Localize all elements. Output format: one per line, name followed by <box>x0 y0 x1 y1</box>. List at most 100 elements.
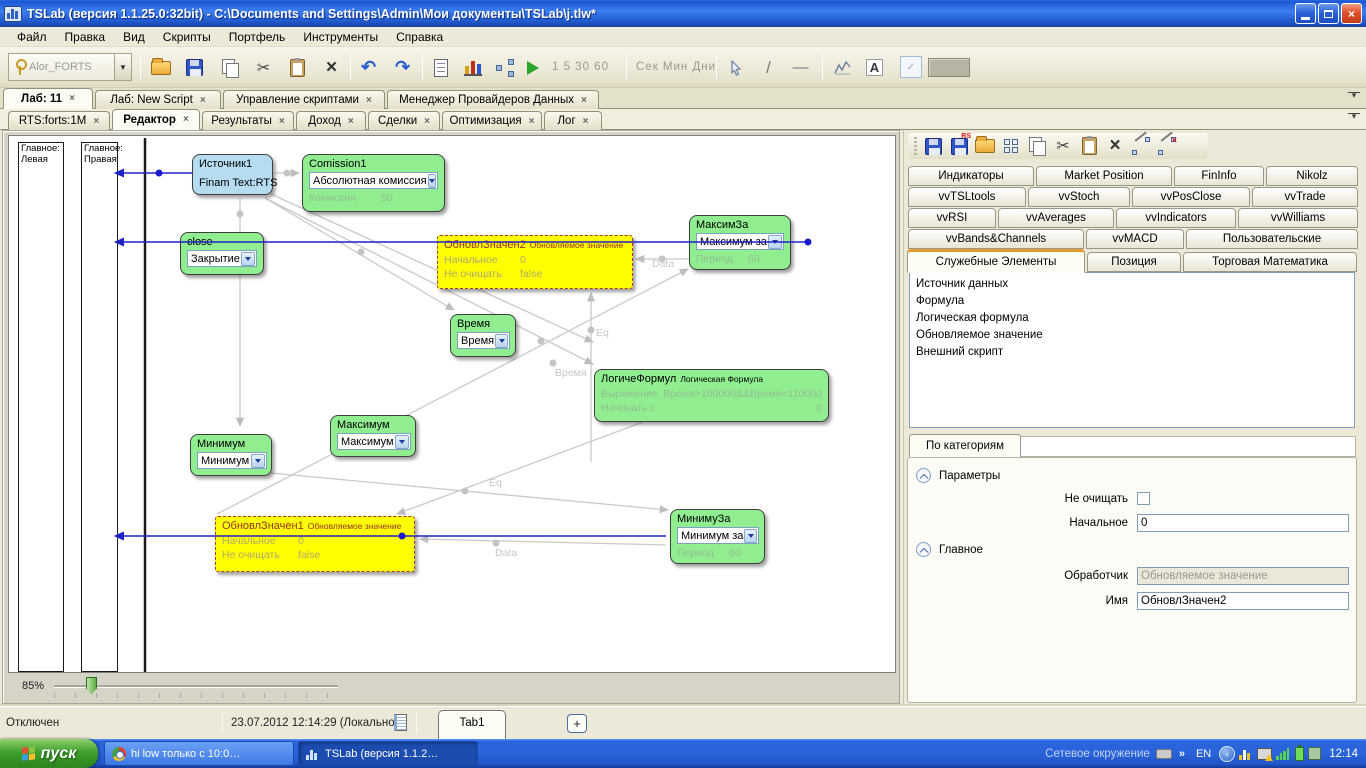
tab-results[interactable]: Результаты × <box>202 111 294 130</box>
paste-button[interactable] <box>285 55 310 80</box>
block-minimum[interactable]: Минимум Минимум <box>190 434 272 476</box>
palette-tab-sluzhebnye[interactable]: Служебные Элементы <box>907 249 1085 273</box>
tab-income[interactable]: Доход × <box>296 111 366 130</box>
palette-tab-fininfo[interactable]: FinInfo <box>1174 166 1264 186</box>
tab-trades[interactable]: Сделки × <box>368 111 440 130</box>
palette-tab-vvindicators[interactable]: vvIndicators <box>1116 208 1236 228</box>
tab-close-icon[interactable]: × <box>69 93 75 104</box>
block-maksimza[interactable]: МаксимЗа Максимум за Период 60 <box>689 215 791 270</box>
recycle-tray-icon[interactable] <box>1308 747 1322 760</box>
list-item-formula[interactable]: Формула <box>916 293 1348 310</box>
restore-button[interactable] <box>1318 3 1339 24</box>
panel-cut-button[interactable]: ✂ <box>1053 136 1073 156</box>
panel-copy-button[interactable] <box>1027 136 1047 156</box>
menu-scripts[interactable]: Скрипты <box>154 28 220 46</box>
zoom-slider-thumb[interactable] <box>86 677 97 694</box>
tab-editor[interactable]: Редактор × <box>112 109 200 130</box>
block-dropdown[interactable]: Максимум <box>337 433 411 450</box>
tab-lab-new-script[interactable]: Лаб: New Script × <box>95 90 221 109</box>
dropdown-arrow-icon[interactable] <box>744 528 757 543</box>
account-combobox[interactable]: Alor_FORTS ▼ <box>8 53 132 81</box>
block-obnovl-znachen1[interactable]: ОбновлЗначен1 Обновляемое значение Началь… <box>215 516 415 572</box>
palette-tab-vvaverages[interactable]: vvAverages <box>998 208 1114 228</box>
palette-tab-vvtsltools[interactable]: vvTSLtools <box>908 187 1026 207</box>
palette-tab-indikatory[interactable]: Индикаторы <box>908 166 1034 186</box>
start-button[interactable]: пуск <box>0 739 98 768</box>
list-item-logicheskaya-formula[interactable]: Логическая формула <box>916 310 1348 327</box>
palette-tab-torgovaya-matematika[interactable]: Торговая Математика <box>1183 252 1357 272</box>
run-button[interactable] <box>520 55 545 80</box>
palette-tab-market-position[interactable]: Market Position <box>1036 166 1172 186</box>
block-maksimum[interactable]: Максимум Максимум <box>330 415 416 457</box>
tab-rts-forts[interactable]: RTS:forts:1M × <box>8 111 110 130</box>
delete-button[interactable]: × <box>319 55 344 80</box>
panel-connect-button[interactable] <box>1131 131 1151 156</box>
collapse-icon[interactable] <box>916 542 931 557</box>
dropdown-arrow-icon[interactable] <box>251 453 265 468</box>
panel-open-button[interactable] <box>975 136 995 156</box>
chevron-expand-icon[interactable]: » <box>1179 748 1185 760</box>
block-close[interactable]: close Закрытие <box>180 232 264 275</box>
block-dropdown[interactable]: Закрытие <box>187 250 257 267</box>
tab-close-icon[interactable]: × <box>93 116 99 127</box>
menu-help[interactable]: Справка <box>387 28 452 46</box>
interval-units[interactable]: Сек Мин Дни <box>636 61 716 73</box>
notebook-icon[interactable] <box>394 714 407 731</box>
block-dropdown[interactable]: Абсолютная комиссия <box>309 172 438 189</box>
menu-view[interactable]: Вид <box>114 28 154 46</box>
network-error-icon[interactable] <box>1257 747 1274 761</box>
tab-data-providers[interactable]: Менеджер Провайдеров Данных × <box>387 90 599 109</box>
workspace-tab1[interactable]: Tab1 <box>438 710 506 740</box>
dropdown-arrow-icon[interactable] <box>768 234 782 249</box>
tab-log[interactable]: Лог × <box>544 111 602 130</box>
imya-input[interactable] <box>1137 592 1349 610</box>
trend-tool-button[interactable] <box>830 55 855 80</box>
dropdown-arrow-icon[interactable] <box>495 333 508 348</box>
tab-close-icon[interactable]: × <box>183 114 189 125</box>
block-dropdown[interactable]: Максимум за <box>696 233 784 250</box>
block-dropdown[interactable]: Минимум за <box>677 527 759 544</box>
menu-tools[interactable]: Инструменты <box>294 28 387 46</box>
copy-button[interactable] <box>217 55 242 80</box>
tab-overflow-icon[interactable]: ▾ <box>1348 91 1360 104</box>
signal-strength-icon[interactable] <box>1276 747 1291 760</box>
cut-button[interactable]: ✂ <box>251 55 276 80</box>
tab-close-icon[interactable]: × <box>583 116 589 127</box>
nachalnoe-input[interactable] <box>1137 514 1349 532</box>
combo-dropdown-icon[interactable]: ▼ <box>114 54 131 80</box>
list-item-obnovlyaemoe-znachenie[interactable]: Обновляемое значение <box>916 327 1348 344</box>
taskbar-item-tslab[interactable]: TSLab (версия 1.1.2… <box>298 741 478 766</box>
block-minimuza[interactable]: МинимуЗа Минимум за Период 60 <box>670 509 765 564</box>
palette-tab-vvstoch[interactable]: vvStoch <box>1028 187 1130 207</box>
block-dropdown[interactable]: Время <box>457 332 510 349</box>
block-istochnik1[interactable]: Источник1 Finam Text:RTS <box>192 154 277 195</box>
palette-tab-polzovatelskie[interactable]: Пользовательские <box>1186 229 1358 249</box>
save-button[interactable] <box>182 55 207 80</box>
pointer-tool-button[interactable] <box>724 55 749 80</box>
palette-tab-pozitsiya[interactable]: Позиция <box>1087 252 1181 272</box>
panel-save-button[interactable] <box>923 136 943 156</box>
minimize-button[interactable] <box>1295 3 1316 24</box>
add-workspace-tab-button[interactable]: + <box>567 714 587 733</box>
panel-save-script-button[interactable]: RS <box>949 133 971 156</box>
dropdown-arrow-icon[interactable] <box>395 434 409 449</box>
collapse-icon[interactable] <box>916 468 931 483</box>
block-logicheformul[interactable]: ЛогичеФормул Логическая Формула Выражение… <box>594 369 829 422</box>
panel-grid-button[interactable] <box>1001 136 1021 156</box>
tab-script-manager[interactable]: Управление скриптами × <box>223 90 385 109</box>
block-vremya[interactable]: Время Время <box>450 314 516 357</box>
panel-delete-button[interactable]: × <box>1105 135 1125 156</box>
tab-lab-11[interactable]: Лаб: 11 × <box>3 88 93 109</box>
panel-disconnect-button[interactable]: × <box>1157 131 1177 156</box>
palette-tab-vvbands[interactable]: vvBands&Channels <box>908 229 1084 249</box>
style-dropdown[interactable]: ✓ <box>900 56 922 78</box>
block-comission1[interactable]: Comission1 Абсолютная комиссия Комиссия 5… <box>302 154 445 212</box>
hline-tool-button[interactable]: — <box>788 55 813 80</box>
ne-ochishchat-checkbox[interactable] <box>1137 492 1150 505</box>
category-tab[interactable]: По категориям <box>909 434 1021 457</box>
tab-optimization[interactable]: Оптимизация × <box>442 111 542 130</box>
interval-presets[interactable]: 1 5 30 60 <box>552 61 609 73</box>
hide-icons-button[interactable]: ‹ <box>1219 745 1236 762</box>
text-tool-button[interactable]: A <box>862 55 887 80</box>
block-dropdown[interactable]: Минимум <box>197 452 267 469</box>
